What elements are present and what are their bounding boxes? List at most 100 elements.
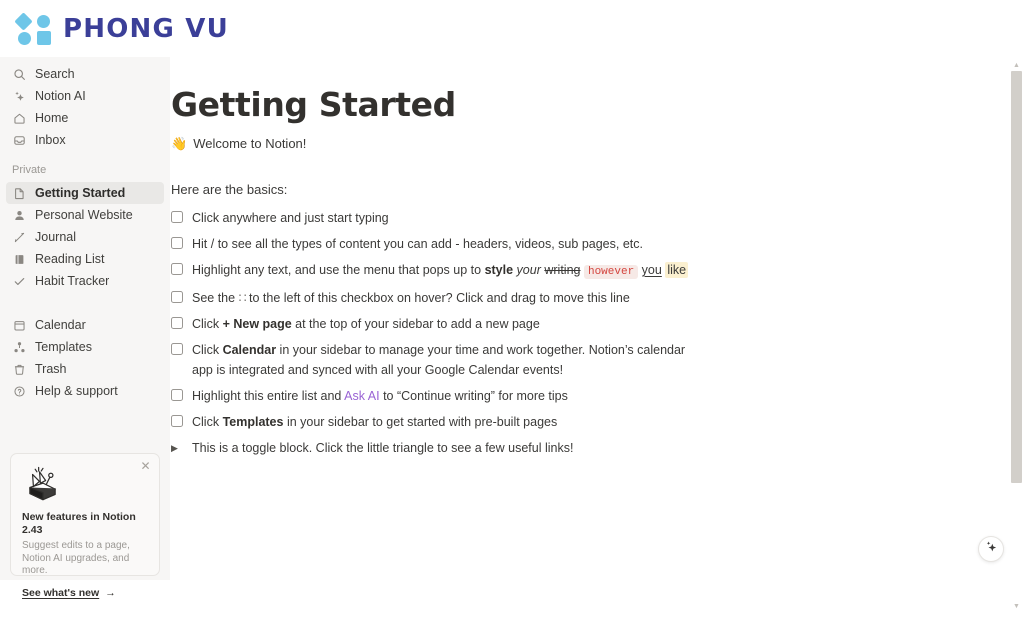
sidebar-item-label: Trash bbox=[35, 362, 67, 376]
caret-up-icon[interactable]: ▲ bbox=[1012, 62, 1021, 69]
sidebar-item-label: Habit Tracker bbox=[35, 274, 110, 288]
brand-name: PHONG VU bbox=[63, 13, 229, 44]
promo-card[interactable]: ✕ New features in Notion 2.43 Suggest ed… bbox=[10, 453, 160, 599]
welcome-text: Welcome to Notion! bbox=[193, 136, 307, 151]
sidebar-item-reading-list[interactable]: Reading List bbox=[6, 248, 164, 270]
checklist-row: Hit / to see all the types of content yo… bbox=[171, 231, 691, 257]
sidebar-item-calendar[interactable]: Calendar bbox=[6, 314, 164, 336]
sidebar-item-habit-tracker[interactable]: Habit Tracker bbox=[6, 270, 164, 292]
trash-icon bbox=[12, 362, 27, 377]
text-span: Templates bbox=[222, 415, 284, 429]
checklist-row: Click Calendar in your sidebar to manage… bbox=[171, 337, 691, 383]
checkbox[interactable] bbox=[171, 211, 183, 223]
ask-ai-link[interactable]: Ask AI bbox=[344, 389, 379, 403]
text-span: See the bbox=[192, 291, 239, 305]
checklist-row: Click Templates in your sidebar to get s… bbox=[171, 409, 691, 435]
sidebar-item-label: Personal Website bbox=[35, 208, 133, 222]
promo-link-label: See what's new bbox=[22, 586, 100, 599]
sidebar-item-label: Reading List bbox=[35, 252, 105, 266]
checklist-item-text: Click + New page at the top of your side… bbox=[192, 314, 691, 334]
page-icon bbox=[12, 186, 27, 201]
text-span: however bbox=[583, 265, 639, 279]
text-span: ∷ bbox=[238, 291, 247, 305]
sidebar-item-label: Calendar bbox=[35, 318, 86, 332]
checklist-item-text: Highlight any text, and use the menu tha… bbox=[192, 260, 691, 282]
text-span: Calendar bbox=[222, 343, 277, 357]
page-title[interactable]: Getting Started bbox=[171, 85, 691, 125]
checklist-item-text: Hit / to see all the types of content yo… bbox=[192, 234, 691, 254]
checklist-item-text: Click Templates in your sidebar to get s… bbox=[192, 412, 691, 432]
sidebar-item-label: Getting Started bbox=[35, 186, 126, 200]
checkbox[interactable] bbox=[171, 389, 183, 401]
close-icon[interactable]: ✕ bbox=[139, 460, 152, 473]
text-span: Hit / to see all the types of content yo… bbox=[192, 237, 643, 251]
promo-title: New features in Notion 2.43 bbox=[22, 511, 136, 536]
notion-app-window: PHONG VU Search Notion AI Home Inbox Pri… bbox=[0, 0, 1024, 640]
phong-vu-logo-icon bbox=[14, 11, 54, 45]
text-span: Click bbox=[192, 317, 223, 331]
sidebar-item-getting-started[interactable]: Getting Started bbox=[6, 182, 164, 204]
checkbox[interactable] bbox=[171, 317, 183, 329]
text-span: to “Continue writing” for more tips bbox=[379, 389, 568, 403]
checklist-row: Click + New page at the top of your side… bbox=[171, 311, 691, 337]
welcome-line: 👋 Welcome to Notion! bbox=[171, 136, 691, 152]
checkbox[interactable] bbox=[171, 415, 183, 427]
sidebar-item-trash[interactable]: Trash bbox=[6, 358, 164, 380]
brand-bar: PHONG VU bbox=[0, 0, 1024, 57]
checklist-item-text: Highlight this entire list and Ask AI to… bbox=[192, 386, 691, 406]
text-span: at the top of your sidebar to add a new … bbox=[291, 317, 540, 331]
calendar-icon bbox=[12, 318, 27, 333]
help-circle-icon bbox=[12, 384, 27, 399]
promo-description: Suggest edits to a page, Notion AI upgra… bbox=[22, 540, 130, 576]
sidebar-item-label: Templates bbox=[35, 340, 92, 354]
vertical-scrollbar[interactable]: ▲ ▼ bbox=[1009, 57, 1024, 640]
sidebar-item-label: Inbox bbox=[35, 133, 66, 147]
checklist-row: See the ∷ to the left of this checkbox o… bbox=[171, 285, 691, 311]
sidebar-item-personal-website[interactable]: Personal Website bbox=[6, 204, 164, 226]
book-icon bbox=[12, 252, 27, 267]
sidebar-item-journal[interactable]: Journal bbox=[6, 226, 164, 248]
sidebar-item-label: Notion AI bbox=[35, 89, 86, 103]
text-span: Click bbox=[192, 343, 223, 357]
sidebar-item-home[interactable]: Home bbox=[6, 107, 164, 129]
checklist: Click anywhere and just start typing Hit … bbox=[171, 205, 691, 461]
checklist-item-text: Click anywhere and just start typing bbox=[192, 208, 691, 228]
sidebar-item-search[interactable]: Search bbox=[6, 63, 164, 85]
confetti-box-icon bbox=[22, 464, 64, 504]
caret-down-icon[interactable]: ▼ bbox=[1012, 603, 1021, 610]
sidebar-item-label: Journal bbox=[35, 230, 76, 244]
checkbox[interactable] bbox=[171, 343, 183, 355]
sidebar-item-label: Search bbox=[35, 67, 75, 81]
text-span: writing bbox=[544, 263, 581, 277]
toggle-triangle-icon[interactable]: ▶ bbox=[171, 444, 183, 453]
notion-ai-fab-button[interactable] bbox=[978, 536, 1004, 562]
text-span: you bbox=[641, 263, 662, 277]
text-span: your bbox=[516, 263, 541, 277]
checklist-item-text: See the ∷ to the left of this checkbox o… bbox=[192, 288, 691, 308]
sparkle-icon bbox=[12, 89, 27, 104]
templates-icon bbox=[12, 340, 27, 355]
checklist-row: Highlight this entire list and Ask AI to… bbox=[171, 383, 691, 409]
person-icon bbox=[12, 208, 27, 223]
text-span: like bbox=[665, 262, 689, 278]
sidebar-item-help-support[interactable]: Help & support bbox=[6, 380, 164, 402]
toggle-block-row: ▶ This is a toggle block. Click the littl… bbox=[171, 435, 691, 461]
see-whats-new-link[interactable]: See what's new → bbox=[22, 587, 148, 599]
text-span: + New page bbox=[222, 317, 292, 331]
sidebar-item-inbox[interactable]: Inbox bbox=[6, 129, 164, 151]
search-icon bbox=[12, 67, 27, 82]
checklist-item-text: Click Calendar in your sidebar to manage… bbox=[192, 340, 691, 380]
checkbox[interactable] bbox=[171, 237, 183, 249]
text-span: Click anywhere and just start typing bbox=[192, 211, 389, 225]
text-span: in your sidebar to get started with pre-… bbox=[283, 415, 558, 429]
home-icon bbox=[12, 111, 27, 126]
sidebar-item-notion-ai[interactable]: Notion AI bbox=[6, 85, 164, 107]
sidebar-item-templates[interactable]: Templates bbox=[6, 336, 164, 358]
checkbox[interactable] bbox=[171, 263, 183, 275]
scrollbar-thumb[interactable] bbox=[1011, 71, 1022, 483]
checkbox[interactable] bbox=[171, 291, 183, 303]
check-icon bbox=[12, 274, 27, 289]
text-span: Click bbox=[192, 415, 223, 429]
text-span: Highlight any text, and use the menu tha… bbox=[192, 263, 485, 277]
